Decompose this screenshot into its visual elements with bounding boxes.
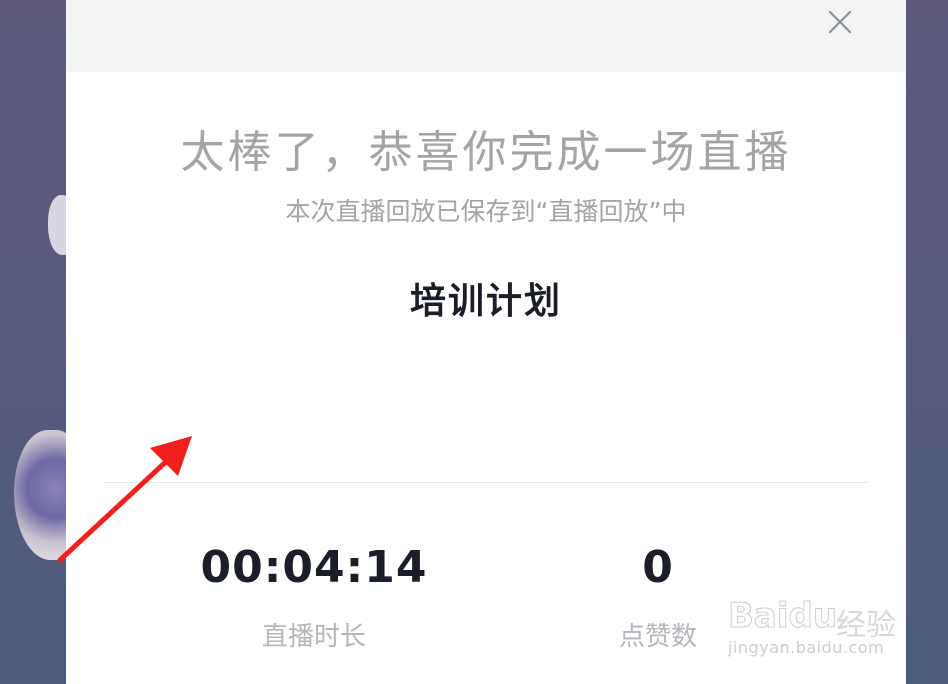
modal-header [66,0,906,72]
live-title: 培训计划 [409,281,562,322]
stat-duration: 00:04:14 直播时长 [164,540,464,653]
watermark-url: jingyan.baidu.com [728,638,885,657]
completion-title: 太棒了，恭喜你完成一场直播 [180,127,792,178]
close-icon [828,10,852,34]
replay-saved-note: 本次直播回放已保存到“直播回放”中 [285,197,687,226]
close-button[interactable] [824,6,856,38]
divider [104,482,868,483]
duration-label: 直播时长 [261,622,366,652]
watermark-brand: Baidu [727,596,838,637]
duration-value: 00:04:14 [200,542,428,593]
live-finished-modal: 太棒了，恭喜你完成一场直播 本次直播回放已保存到“直播回放”中 培训计划 00:… [66,0,906,684]
baidu-watermark: Baidu 经验 jingyan.baidu.com [727,588,928,668]
